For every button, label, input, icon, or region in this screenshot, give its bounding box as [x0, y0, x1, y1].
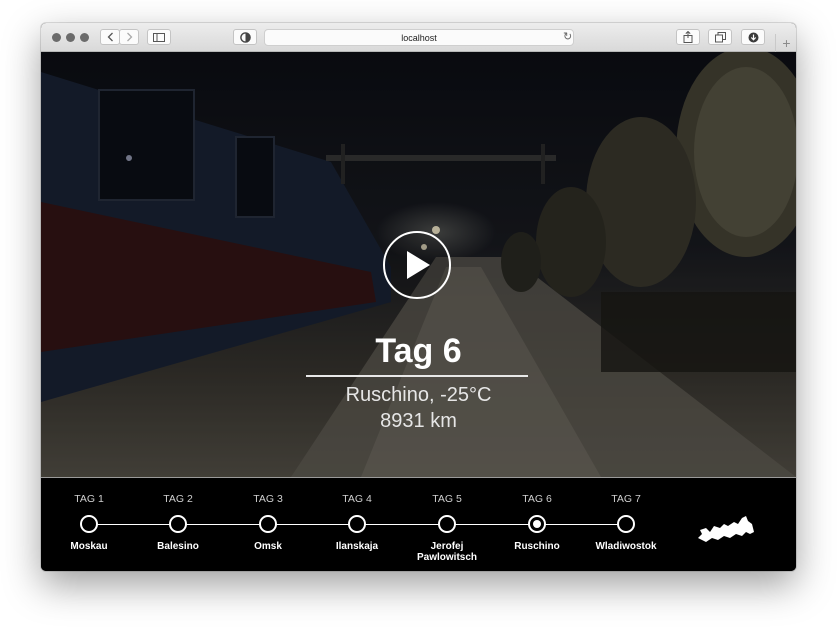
- privacy-shield-button[interactable]: [233, 29, 257, 45]
- chevron-left-icon: [107, 32, 113, 42]
- stop-circle-button[interactable]: [617, 515, 635, 533]
- stop-circle-button[interactable]: [528, 515, 546, 533]
- minimize-window-button[interactable]: [66, 33, 75, 42]
- stop-day-label: TAG 6: [522, 493, 552, 505]
- russia-map-icon[interactable]: [696, 512, 756, 544]
- stop-day-label: TAG 4: [342, 493, 372, 505]
- chevron-right-icon: [126, 32, 132, 42]
- stop-city-label: Ruschino: [514, 541, 560, 552]
- browser-toolbar: localhost ↻ +: [41, 23, 796, 52]
- stop-day-label: TAG 1: [74, 493, 104, 505]
- stop-city-label: Moskau: [70, 541, 108, 552]
- tabs-icon: [714, 31, 726, 42]
- location-temperature: Ruschino, -25°C: [345, 384, 492, 406]
- stop-circle-button[interactable]: [169, 515, 187, 533]
- play-icon: [407, 251, 430, 279]
- url-text: localhost: [401, 32, 437, 43]
- stop-city-label: Jerofej Pawlowitsch: [416, 541, 477, 563]
- stop-circle-button[interactable]: [348, 515, 366, 533]
- stop-circle-button[interactable]: [438, 515, 456, 533]
- address-bar[interactable]: localhost: [264, 29, 574, 46]
- video-hero[interactable]: Tag 6 Ruschino, -25°C 8931 km: [41, 52, 796, 477]
- sidebar-icon: [153, 32, 165, 42]
- journey-timeline: TAG 1 Moskau TAG 2 Balesino TAG 3 Omsk TAG 4 Il…: [41, 477, 796, 571]
- stop-circle-button[interactable]: [80, 515, 98, 533]
- stop-city-label: Balesino: [157, 541, 199, 552]
- downloads-button[interactable]: [741, 29, 765, 45]
- close-window-button[interactable]: [52, 33, 61, 42]
- stop-day-label: TAG 2: [163, 493, 193, 505]
- shield-icon: [239, 31, 251, 43]
- zoom-window-button[interactable]: [80, 33, 89, 42]
- new-tab-button[interactable]: +: [775, 34, 796, 52]
- stop-day-label: TAG 3: [253, 493, 283, 505]
- day-title: Tag 6: [375, 332, 462, 370]
- stop-city-label: Ilanskaja: [335, 541, 379, 552]
- download-icon: [748, 32, 758, 42]
- reload-icon[interactable]: ↻: [563, 30, 572, 43]
- browser-window: localhost ↻ + Tag 6 Ruschino, -25°C 8931…: [41, 23, 796, 571]
- back-button[interactable]: [100, 29, 120, 45]
- distance-traveled: 8931 km: [380, 410, 457, 432]
- play-button[interactable]: [383, 231, 451, 299]
- sidebar-toggle-button[interactable]: [147, 29, 171, 45]
- tabs-overview-button[interactable]: [708, 29, 732, 45]
- title-divider: [306, 375, 528, 377]
- share-icon: [683, 31, 693, 43]
- stop-day-label: TAG 7: [611, 493, 641, 505]
- stop-city-label: Omsk: [254, 541, 282, 552]
- forward-button[interactable]: [119, 29, 139, 45]
- share-button[interactable]: [676, 29, 700, 45]
- stop-circle-button[interactable]: [259, 515, 277, 533]
- stop-day-label: TAG 5: [432, 493, 462, 505]
- stop-city-label: Wladiwostok: [595, 541, 657, 552]
